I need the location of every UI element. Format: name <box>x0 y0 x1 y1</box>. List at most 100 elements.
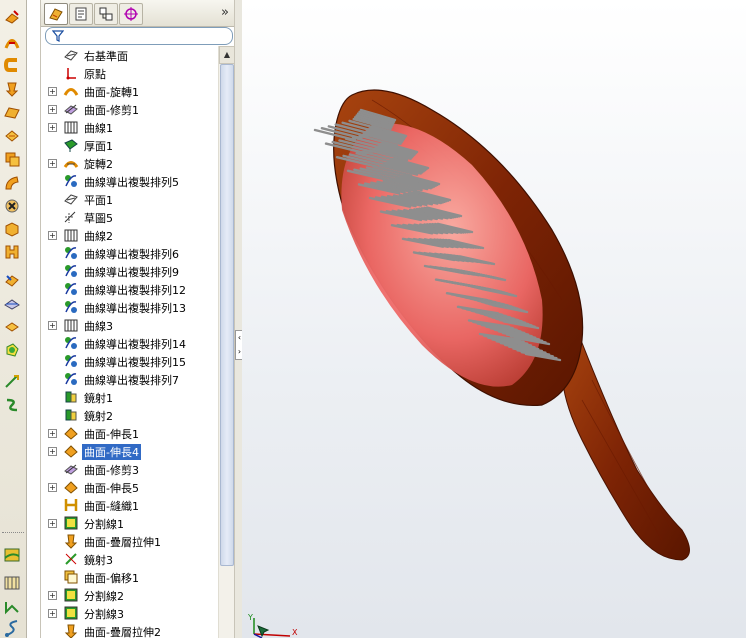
dome-icon[interactable] <box>3 295 21 313</box>
tab-property-manager[interactable] <box>69 3 93 25</box>
expand-toggle-icon[interactable]: + <box>48 87 57 96</box>
expand-toggle-icon[interactable]: + <box>48 159 57 168</box>
tree-item[interactable]: + 分割線1 <box>41 514 217 532</box>
tree-item[interactable]: + 曲面-伸長5 <box>41 478 217 496</box>
split-line-tool-icon[interactable] <box>3 546 21 564</box>
tree-item[interactable]: 曲線導出複製排列13 <box>41 298 217 316</box>
expand-toggle-icon[interactable]: + <box>48 591 57 600</box>
expand-toggle-icon[interactable]: + <box>48 609 57 618</box>
scroll-up-arrow-icon[interactable]: ▲ <box>219 46 235 64</box>
shell-icon[interactable] <box>3 150 21 168</box>
tree-item-label: 曲線導出複製排列9 <box>84 266 179 279</box>
command-toolbar <box>0 0 27 638</box>
tree-item[interactable]: 曲線導出複製排列6 <box>41 244 217 262</box>
revolve-boss-icon[interactable] <box>3 33 21 51</box>
extruded-boss-icon[interactable] <box>3 8 21 26</box>
tree-item-label: 鏡射3 <box>84 554 113 567</box>
tree-item[interactable]: + 曲面-伸長1 <box>41 424 217 442</box>
tree-item[interactable]: 原點 <box>41 64 217 82</box>
mirror-icon <box>63 389 79 405</box>
expand-toggle-icon[interactable]: + <box>48 231 57 240</box>
tree-item[interactable]: 草圖5 <box>41 208 217 226</box>
flex-icon[interactable] <box>3 318 21 336</box>
tree-item[interactable]: + 曲線1 <box>41 118 217 136</box>
dimxpert-icon <box>124 7 138 21</box>
tree-item-label: 平面1 <box>84 194 113 207</box>
tree-item[interactable]: 鏡射2 <box>41 406 217 424</box>
expand-toggle-icon[interactable]: + <box>48 429 57 438</box>
freeform-icon[interactable] <box>3 341 21 359</box>
boundary-icon[interactable] <box>3 104 21 122</box>
pattern-icon <box>63 353 79 369</box>
tree-item[interactable]: + 曲面-修剪1 <box>41 100 217 118</box>
wrap-icon[interactable] <box>3 174 21 192</box>
tree-item[interactable]: 鏡射3 <box>41 550 217 568</box>
sweep-icon[interactable] <box>3 56 21 74</box>
revolve-icon <box>63 155 79 171</box>
expand-toggle-icon[interactable]: + <box>48 105 57 114</box>
intersect-icon[interactable] <box>3 220 21 238</box>
tree-item[interactable]: 曲線導出複製排列9 <box>41 262 217 280</box>
pattern-icon <box>63 281 79 297</box>
tree-item-label: 原點 <box>84 68 106 81</box>
rib-icon[interactable] <box>3 243 21 261</box>
tree-item[interactable]: 曲面-縫織1 <box>41 496 217 514</box>
fillet-icon[interactable] <box>3 127 21 145</box>
expand-toggle-icon[interactable]: + <box>48 447 57 456</box>
tree-item-label: 曲面-旋轉1 <box>84 86 139 99</box>
tab-dimxpert[interactable] <box>119 3 143 25</box>
plane-icon <box>63 47 79 63</box>
sketch-icon <box>63 209 79 225</box>
plane-icon <box>63 191 79 207</box>
tree-item[interactable]: 曲面-修剪3 <box>41 460 217 478</box>
tree-item[interactable]: + 曲線2 <box>41 226 217 244</box>
tree-item-label: 曲面-伸長1 <box>84 428 139 441</box>
tree-item[interactable]: + 曲面-伸長4 <box>41 442 217 460</box>
draft-icon[interactable] <box>3 272 21 290</box>
expand-toggle-icon[interactable]: + <box>48 483 57 492</box>
loft-icon[interactable] <box>3 80 21 98</box>
tab-configuration-manager[interactable] <box>94 3 118 25</box>
tree-item[interactable]: 曲線導出複製排列15 <box>41 352 217 370</box>
reference-geometry-icon[interactable] <box>3 372 21 390</box>
expand-toggle-icon[interactable]: + <box>48 321 57 330</box>
tree-item-label: 曲面-伸長5 <box>84 482 139 495</box>
scrollbar-thumb[interactable] <box>220 64 234 566</box>
tree-item[interactable]: 曲線導出複製排列12 <box>41 280 217 298</box>
expand-toggle-icon[interactable]: + <box>48 123 57 132</box>
tree-item[interactable]: 曲線導出複製排列7 <box>41 370 217 388</box>
tree-item[interactable]: 右基準面 <box>41 46 217 64</box>
trim-surface-icon <box>63 101 79 117</box>
tree-item[interactable]: 曲線導出複製排列14 <box>41 334 217 352</box>
collapse-panel-button[interactable]: » <box>221 5 229 20</box>
projected-curve-icon[interactable] <box>3 574 21 592</box>
expand-toggle-icon[interactable]: + <box>48 519 57 528</box>
tree-item[interactable]: 鏡射1 <box>41 388 217 406</box>
axis-x-label: X <box>292 628 298 637</box>
tree-item[interactable]: 厚面1 <box>41 136 217 154</box>
tree-scrollbar[interactable]: ▲ <box>218 46 235 638</box>
composite-curve-icon[interactable] <box>3 598 21 616</box>
helix-icon[interactable] <box>3 619 21 637</box>
delete-face-icon[interactable] <box>3 197 21 215</box>
tree-item[interactable]: 曲線導出複製排列5 <box>41 172 217 190</box>
tree-item-label: 分割線2 <box>84 590 124 603</box>
curves-icon[interactable] <box>3 396 21 414</box>
tree-item[interactable]: 曲面-偏移1 <box>41 568 217 586</box>
tree-item[interactable]: 曲面-疊層拉伸1 <box>41 532 217 550</box>
tree-filter-input[interactable] <box>45 27 233 45</box>
tree-item[interactable]: + 分割線3 <box>41 604 217 622</box>
tree-item[interactable]: + 旋轉2 <box>41 154 217 172</box>
tree-item[interactable]: + 曲線3 <box>41 316 217 334</box>
tree-item[interactable]: 曲面-疊層拉伸2 <box>41 622 217 638</box>
tree-item-label: 曲線1 <box>84 122 113 135</box>
tab-feature-manager[interactable] <box>44 3 68 25</box>
tree-item[interactable]: + 分割線2 <box>41 586 217 604</box>
graphics-viewport[interactable]: Y X <box>242 0 746 638</box>
tree-item-label: 曲面-疊層拉伸1 <box>84 536 161 549</box>
tree-item[interactable]: + 曲面-旋轉1 <box>41 82 217 100</box>
tree-item[interactable]: 平面1 <box>41 190 217 208</box>
mirror-icon <box>63 407 79 423</box>
tree-item-label: 鏡射1 <box>84 392 113 405</box>
tree-item-label: 分割線3 <box>84 608 124 621</box>
